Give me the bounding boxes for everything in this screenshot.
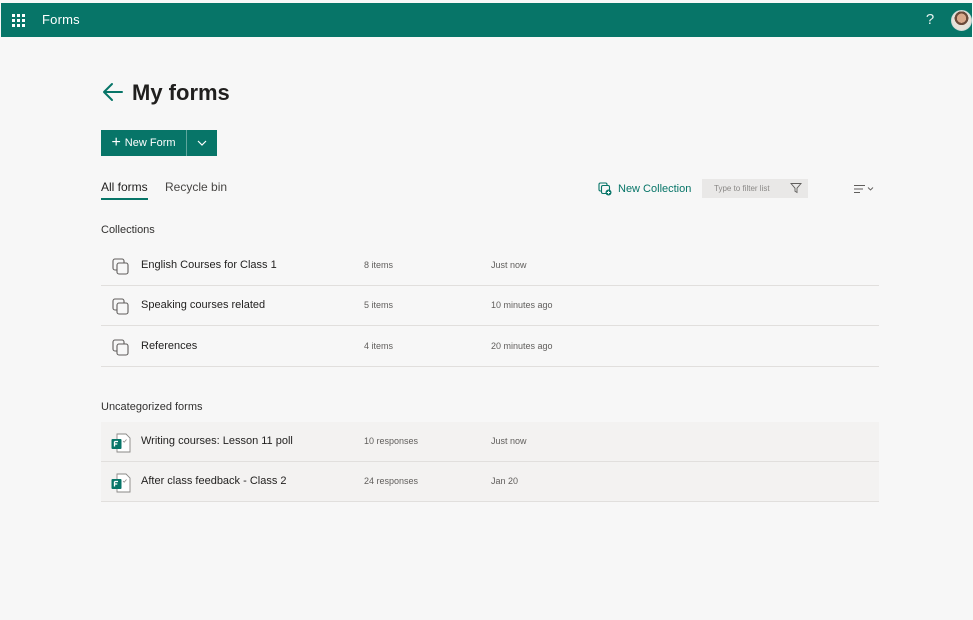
collection-count: 8 items xyxy=(364,260,394,270)
form-time: Just now xyxy=(491,436,527,446)
collection-name: Speaking courses related xyxy=(141,299,266,311)
collection-time: Just now xyxy=(491,260,527,270)
collection-name: References xyxy=(141,340,198,352)
collections-heading: Collections xyxy=(101,224,155,236)
forms-file-icon xyxy=(111,433,131,453)
app-name[interactable]: Forms xyxy=(42,12,80,27)
collection-row[interactable]: Speaking courses related 5 items 10 minu… xyxy=(101,286,879,326)
form-name: After class feedback - Class 2 xyxy=(141,475,287,487)
new-collection-label: New Collection xyxy=(618,183,692,195)
form-name: Writing courses: Lesson 11 poll xyxy=(141,435,293,447)
help-icon[interactable]: ? xyxy=(923,11,937,28)
collection-count: 5 items xyxy=(364,300,394,310)
form-responses: 10 responses xyxy=(364,436,419,446)
top-bar: Forms ? xyxy=(1,3,972,37)
new-form-label: New Form xyxy=(124,137,176,149)
page-title: My forms xyxy=(132,80,230,105)
form-row[interactable]: After class feedback - Class 2 24 respon… xyxy=(101,462,879,502)
filter-input[interactable]: Type to filter list xyxy=(702,179,808,198)
collection-icon xyxy=(112,298,129,315)
form-responses: 24 responses xyxy=(364,476,419,486)
collection-row[interactable]: References 4 items 20 minutes ago xyxy=(101,327,879,367)
funnel-icon[interactable] xyxy=(790,182,802,194)
collection-icon xyxy=(112,258,129,275)
app-launcher-icon[interactable] xyxy=(12,14,25,27)
new-collection-icon xyxy=(598,182,612,196)
collection-time: 20 minutes ago xyxy=(491,341,553,351)
collection-time: 10 minutes ago xyxy=(491,300,553,310)
collection-count: 4 items xyxy=(364,341,394,351)
collection-name: English Courses for Class 1 xyxy=(141,259,277,271)
avatar[interactable] xyxy=(951,10,972,31)
form-time: Jan 20 xyxy=(491,476,519,486)
new-collection-button[interactable]: New Collection xyxy=(598,182,691,196)
chevron-down-icon xyxy=(197,140,207,146)
new-form-split-button: + New Form xyxy=(101,130,217,156)
new-form-dropdown-button[interactable] xyxy=(187,130,217,156)
plus-icon: + xyxy=(111,134,121,151)
new-form-button[interactable]: + New Form xyxy=(101,130,187,156)
tab-recycle-bin[interactable]: Recycle bin xyxy=(165,180,227,194)
sort-icon[interactable] xyxy=(853,183,875,195)
uncategorized-heading: Uncategorized forms xyxy=(101,401,203,413)
filter-placeholder: Type to filter list xyxy=(714,184,770,193)
form-row[interactable]: Writing courses: Lesson 11 poll 10 respo… xyxy=(101,422,879,462)
collection-icon xyxy=(112,339,129,356)
collection-row[interactable]: English Courses for Class 1 8 items Just… xyxy=(101,246,879,286)
forms-file-icon xyxy=(111,473,131,493)
tab-all-forms[interactable]: All forms xyxy=(101,180,148,200)
back-arrow-icon[interactable] xyxy=(101,80,125,104)
